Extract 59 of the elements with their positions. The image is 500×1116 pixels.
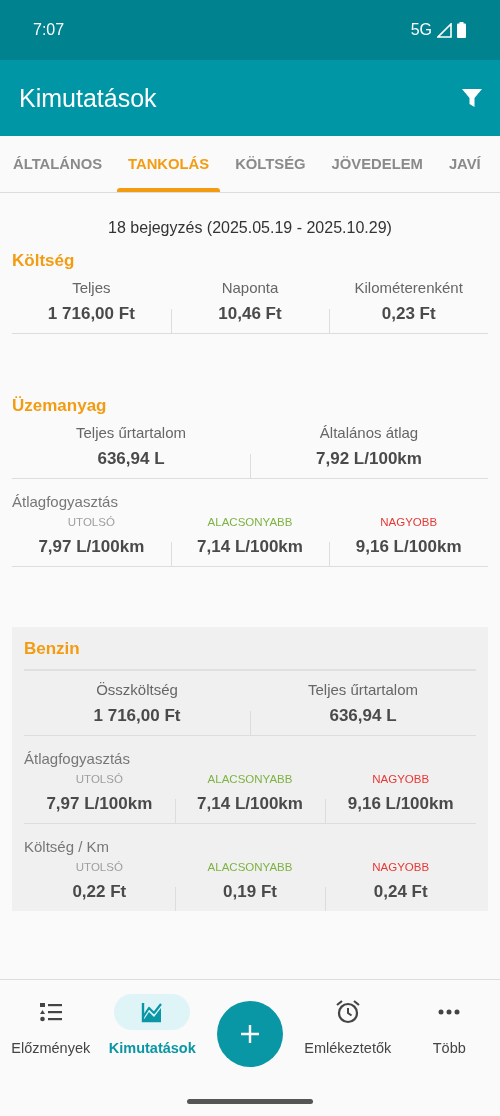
chart-icon [140,1000,165,1024]
stat-label: Általános átlag [319,424,419,441]
nav-item[interactable]: Kimutatások [101,994,203,1056]
filter-icon[interactable] [462,88,482,108]
stat-value: 0,23 Ft [381,304,436,324]
stat-label: Naponta [221,279,279,296]
stat-value: 7,97 L/100km [38,537,145,557]
stat-value: 7,14 L/100km [197,794,303,814]
more-icon [438,1009,461,1015]
nav-item[interactable]: Előzmények [0,994,102,1056]
status-time: 7:07 [33,21,65,39]
stat-value: 7,92 L/100km [316,449,422,469]
stat-label: Teljes [72,279,111,296]
stat-value: 9,16 L/100km [355,537,462,557]
group-label: Átlagfogyasztás [24,750,130,767]
stat-label: Kilométerenként [354,279,463,296]
stat-value: 0,19 Ft [223,882,277,902]
stat-value: 10,46 Ft [218,304,282,324]
stat-value: 636,94 L [329,706,397,726]
stat-label: ALACSONYABB [207,516,293,528]
stat-label: Összköltség [96,681,178,698]
tab[interactable]: KÖLTSÉG [222,136,319,192]
list-icon [38,1001,63,1023]
stat-label: UTOLSÓ [75,773,123,785]
entries-summary: 18 bejegyzés (2025.05.19 - 2025.10.29) [107,219,393,237]
network-label: 5G [410,21,432,39]
stat-label: Teljes űrtartalom [307,681,418,698]
section-title: Benzin [24,639,80,658]
tab[interactable]: JAVÍ [435,136,481,192]
nav-item[interactable]: Több [398,994,500,1056]
alarm-clock-icon [334,999,361,1025]
stat-label: ALACSONYABB [207,773,293,785]
tab[interactable]: JÖVEDELEM [318,136,436,192]
stat-label: Teljes űrtartalom [75,424,186,441]
stat-label: NAGYOBB [372,773,430,785]
stat-label: NAGYOBB [380,516,438,528]
stat-value: 7,97 L/100km [46,794,153,814]
stat-value: 636,94 L [97,449,165,469]
stat-value: 7,14 L/100km [197,537,303,557]
stat-value: 1 716,00 Ft [47,304,135,324]
group-label: Átlagfogyasztás [12,493,118,510]
plus-icon [240,1024,260,1044]
stat-value: 9,16 L/100km [347,794,454,814]
section-title: Üzemanyag [12,396,107,415]
tab[interactable]: TANKOLÁS [115,136,223,192]
tab[interactable]: ÁLTALÁNOS [0,136,116,192]
app-title: Kimutatások [19,83,158,113]
stat-value: 0,22 Ft [72,882,127,902]
section-title: Költség [12,251,75,270]
group-label: Költség / Km [24,838,110,855]
battery-icon [457,22,466,38]
stat-label: UTOLSÓ [75,861,123,873]
stat-label: NAGYOBB [372,861,430,873]
stat-value: 0,24 Ft [373,882,428,902]
stat-label: ALACSONYABB [207,861,293,873]
stat-label: UTOLSÓ [67,516,115,528]
stat-value: 1 716,00 Ft [93,706,181,726]
nav-item[interactable]: Emlékeztetők [297,994,399,1056]
signal-icon [437,22,452,38]
